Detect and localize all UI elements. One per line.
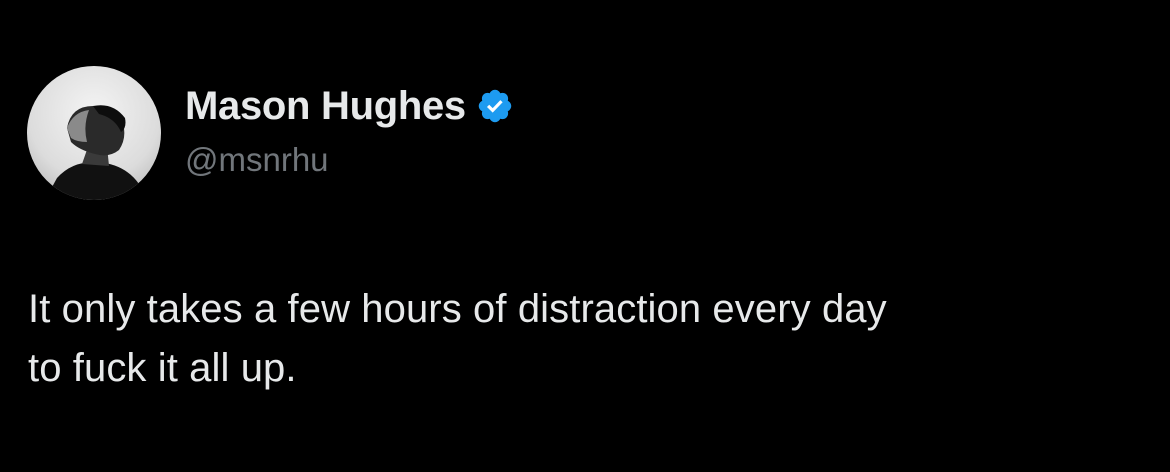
avatar-photo	[27, 66, 161, 200]
name-row: Mason Hughes	[185, 82, 514, 130]
tweet-author: Mason Hughes @msnrhu	[185, 82, 514, 180]
avatar[interactable]	[27, 66, 161, 200]
verified-badge-icon[interactable]	[476, 87, 514, 125]
user-handle[interactable]: @msnrhu	[185, 140, 514, 180]
tweet-card: Mason Hughes @msnrhu It only takes a few…	[0, 0, 1170, 472]
display-name[interactable]: Mason Hughes	[185, 82, 466, 130]
tweet-text: It only takes a few hours of distraction…	[28, 287, 887, 390]
